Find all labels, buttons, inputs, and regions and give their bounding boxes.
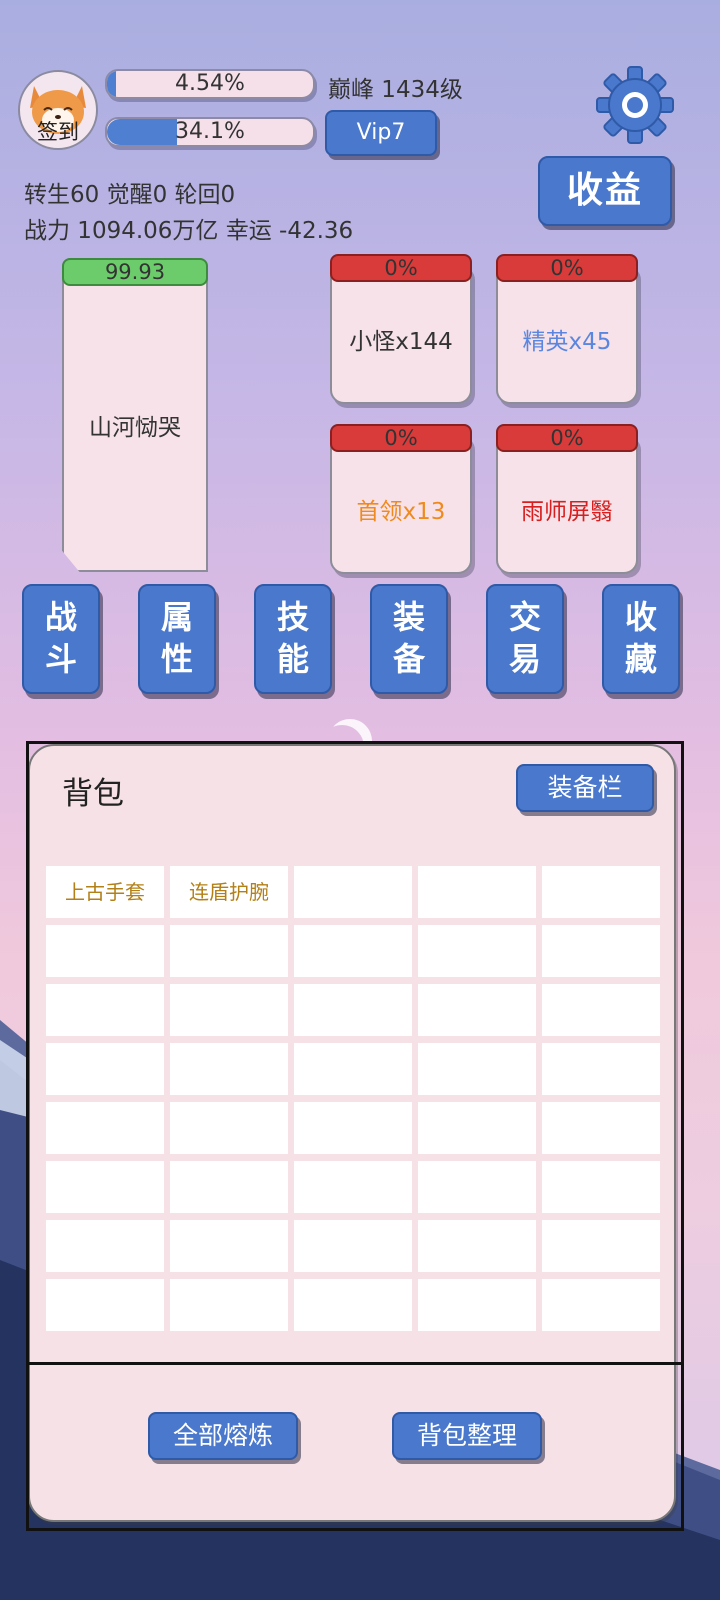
inventory-slot[interactable] (418, 1161, 536, 1213)
exp-progress-text: 4.54% (175, 71, 245, 96)
inventory-slot[interactable] (46, 1161, 164, 1213)
inventory-slot[interactable] (294, 1220, 412, 1272)
enemy-card-leader[interactable]: 0% 首领x13 (330, 424, 472, 574)
checkin-label: 签到 (37, 120, 79, 144)
inventory-slot[interactable] (418, 925, 536, 977)
inventory-slot[interactable] (294, 925, 412, 977)
inventory-slot[interactable] (542, 1043, 660, 1095)
second-progress-bar: 34.1% (105, 117, 315, 147)
backpack-divider (26, 1362, 681, 1365)
nav-char-2: 易 (508, 640, 541, 678)
smelt-all-button[interactable]: 全部熔炼 (148, 1412, 298, 1460)
inventory-slot[interactable] (418, 1279, 536, 1331)
gear-icon[interactable] (596, 66, 674, 144)
nav-equipment-button[interactable]: 装 备 (370, 584, 448, 694)
card-progress: 0% (330, 254, 472, 282)
nav-skills-button[interactable]: 技 能 (254, 584, 332, 694)
power-luck-stats: 战力 1094.06万亿 幸运 -42.36 (24, 218, 354, 244)
inventory-slot[interactable] (542, 1279, 660, 1331)
card-progress: 0% (330, 424, 472, 452)
inventory-slot[interactable] (46, 1102, 164, 1154)
exp-progress-bar: 4.54% (105, 69, 315, 99)
nav-char-1: 装 (392, 598, 425, 636)
sort-backpack-button[interactable]: 背包整理 (392, 1412, 542, 1460)
vip-button[interactable]: Vip7 (325, 110, 437, 156)
inventory-slot[interactable] (170, 1220, 288, 1272)
income-button[interactable]: 收益 (538, 156, 672, 226)
inventory-slot[interactable] (46, 1279, 164, 1331)
avatar-checkin-button[interactable]: 签到 (18, 70, 98, 150)
nav-char-2: 能 (276, 640, 309, 678)
card-progress: 0% (496, 424, 638, 452)
inventory-slot[interactable] (294, 1279, 412, 1331)
inventory-slot[interactable] (418, 1102, 536, 1154)
nav-attributes-button[interactable]: 属 性 (138, 584, 216, 694)
inventory-slot[interactable] (170, 925, 288, 977)
inventory-slot[interactable] (542, 1102, 660, 1154)
inventory-slot[interactable] (170, 1102, 288, 1154)
inventory-slot[interactable] (170, 1279, 288, 1331)
inventory-slot[interactable] (294, 984, 412, 1036)
enemy-card-minion[interactable]: 0% 小怪x144 (330, 254, 472, 404)
rebirth-stats: 转生60 觉醒0 轮回0 (24, 182, 236, 208)
inventory-slot[interactable] (294, 1102, 412, 1154)
card-name: 小怪x144 (349, 329, 453, 355)
boss-hp-bar: 99.93 (62, 258, 208, 286)
card-name: 精英x45 (522, 329, 612, 355)
backpack-title: 背包 (62, 776, 124, 812)
boss-card[interactable]: 99.93 山河恸哭 (62, 258, 208, 572)
inventory-slot[interactable] (170, 984, 288, 1036)
second-progress-text: 34.1% (175, 119, 245, 144)
nav-char-1: 交 (508, 598, 541, 636)
nav-char-2: 性 (160, 640, 193, 678)
inventory-slot[interactable] (46, 925, 164, 977)
inventory-slot[interactable] (542, 1220, 660, 1272)
nav-char-1: 属 (160, 598, 193, 636)
inventory-slot[interactable] (542, 1161, 660, 1213)
card-progress: 0% (496, 254, 638, 282)
inventory-slot[interactable] (46, 984, 164, 1036)
nav-char-1: 技 (276, 598, 309, 636)
inventory-slot[interactable] (542, 984, 660, 1036)
card-name: 雨师屏翳 (521, 499, 613, 525)
inventory-slot[interactable] (418, 984, 536, 1036)
inventory-slot[interactable] (294, 1161, 412, 1213)
nav-char-1: 战 (44, 598, 77, 636)
equipment-slots-button[interactable]: 装备栏 (516, 764, 654, 812)
inventory-slot[interactable] (294, 1043, 412, 1095)
nav-battle-button[interactable]: 战 斗 (22, 584, 100, 694)
inventory-slot[interactable] (46, 1043, 164, 1095)
inventory-slot[interactable] (542, 866, 660, 918)
inventory-slot[interactable] (294, 866, 412, 918)
nav-char-2: 斗 (44, 640, 77, 678)
nav-char-2: 藏 (624, 640, 657, 678)
inventory-slot[interactable]: 上古手套 (46, 866, 164, 918)
inventory-slot[interactable] (170, 1043, 288, 1095)
inventory-grid: 上古手套 连盾护腕 (46, 866, 662, 1331)
inventory-slot[interactable] (46, 1220, 164, 1272)
nav-char-2: 备 (392, 640, 425, 678)
inventory-slot[interactable] (418, 1043, 536, 1095)
nav-trade-button[interactable]: 交 易 (486, 584, 564, 694)
inventory-slot[interactable] (418, 1220, 536, 1272)
nav-collection-button[interactable]: 收 藏 (602, 584, 680, 694)
card-name: 首领x13 (356, 499, 446, 525)
enemy-card-elite[interactable]: 0% 精英x45 (496, 254, 638, 404)
inventory-slot[interactable]: 连盾护腕 (170, 866, 288, 918)
enemy-card-boss[interactable]: 0% 雨师屏翳 (496, 424, 638, 574)
inventory-slot[interactable] (418, 866, 536, 918)
nav-char-1: 收 (624, 598, 657, 636)
boss-name: 山河恸哭 (89, 415, 181, 441)
inventory-slot[interactable] (170, 1161, 288, 1213)
peak-level-label: 巅峰 1434级 (328, 77, 463, 103)
inventory-slot[interactable] (542, 925, 660, 977)
